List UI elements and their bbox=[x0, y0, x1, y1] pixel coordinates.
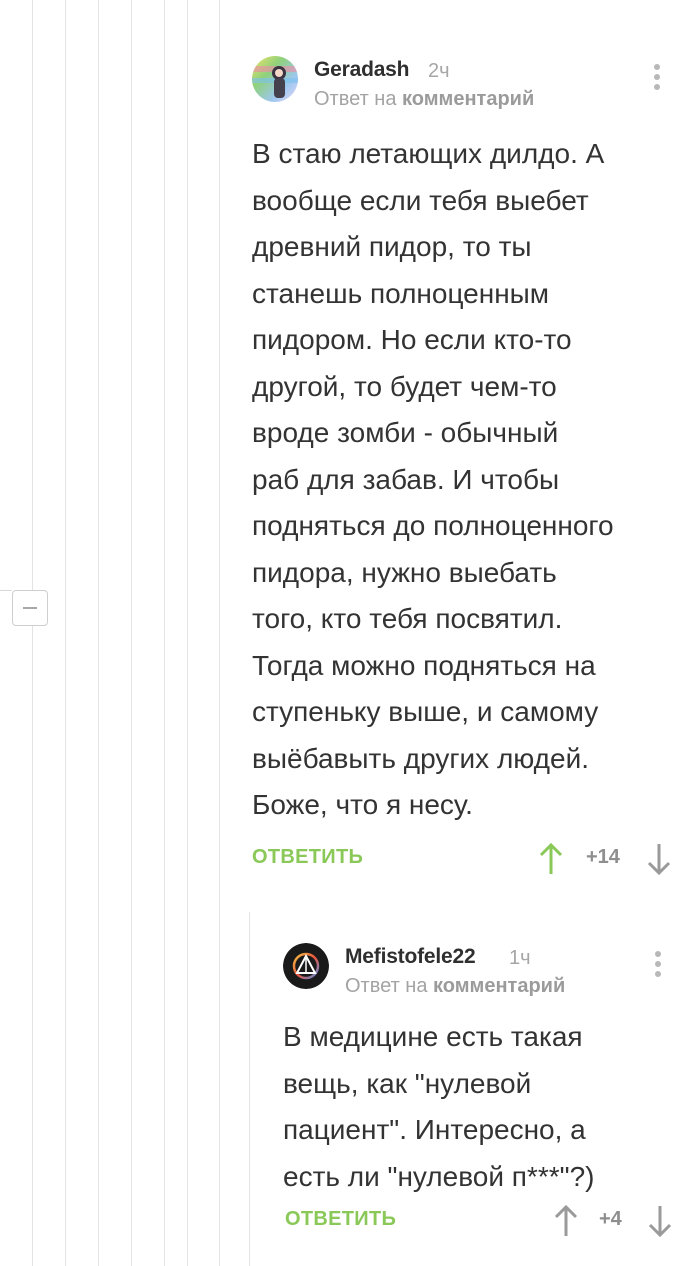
collapse-thread-button[interactable] bbox=[12, 590, 48, 626]
thread-line-4 bbox=[131, 0, 132, 1266]
thread-line-1 bbox=[32, 0, 33, 1266]
rating-value: +4 bbox=[599, 1208, 622, 1230]
comment: Geradash 2ч Ответ на комментарий В стаю … bbox=[252, 56, 672, 886]
comment-text: В стаю летающих дилдо. А вообще если теб… bbox=[252, 138, 614, 820]
rating-value: +14 bbox=[586, 846, 620, 868]
downvote-arrow-icon[interactable] bbox=[646, 842, 672, 876]
upvote-arrow-icon[interactable] bbox=[538, 842, 564, 876]
reply-to-link[interactable]: комментарий bbox=[433, 975, 565, 997]
author-name[interactable]: Mefistofele22 bbox=[345, 945, 476, 969]
avatar[interactable] bbox=[252, 56, 298, 102]
more-options-icon[interactable] bbox=[655, 951, 661, 981]
comment-time: 2ч bbox=[428, 60, 450, 82]
thread-line-5 bbox=[164, 0, 165, 1266]
thread-line-2 bbox=[65, 0, 66, 1266]
thread-line-6 bbox=[187, 0, 188, 1266]
more-options-icon[interactable] bbox=[654, 64, 660, 94]
minus-icon bbox=[23, 607, 37, 609]
reply-to-link[interactable]: комментарий bbox=[402, 88, 534, 110]
downvote-arrow-icon[interactable] bbox=[647, 1204, 673, 1238]
reply-to-line: Ответ на комментарий bbox=[345, 975, 565, 998]
comment-text: В медицине есть такая вещь, как "нулевой… bbox=[283, 1021, 595, 1192]
reply-thread-line bbox=[249, 912, 250, 1266]
reply-to-line: Ответ на комментарий bbox=[314, 88, 534, 111]
reply-button[interactable]: ОТВЕТИТЬ bbox=[252, 846, 363, 869]
collapse-connector bbox=[0, 590, 12, 591]
comment: Mefistofele22 1ч Ответ на комментарий В … bbox=[283, 943, 673, 1253]
upvote-arrow-icon[interactable] bbox=[553, 1204, 579, 1238]
thread-line-3 bbox=[98, 0, 99, 1266]
avatar[interactable] bbox=[283, 943, 329, 989]
author-name[interactable]: Geradash bbox=[314, 58, 409, 82]
reply-to-prefix: Ответ на bbox=[314, 88, 397, 110]
comment-time: 1ч bbox=[509, 947, 531, 969]
reply-button[interactable]: ОТВЕТИТЬ bbox=[285, 1208, 396, 1231]
reply-to-prefix: Ответ на bbox=[345, 975, 428, 997]
thread-line-7 bbox=[219, 0, 220, 1266]
